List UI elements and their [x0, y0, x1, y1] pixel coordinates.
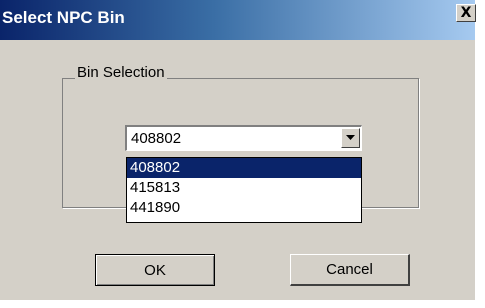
close-button[interactable]: X [456, 4, 476, 22]
bin-combobox[interactable]: 408802 [125, 125, 362, 151]
combobox-value: 408802 [131, 130, 182, 147]
close-icon: X [460, 5, 472, 21]
chevron-down-icon [346, 135, 355, 140]
dropdown-item-441890[interactable]: 441890 [127, 198, 361, 218]
dialog-window: Select NPC Bin X Bin Selection 408802 40… [0, 0, 476, 300]
cancel-button[interactable]: Cancel [290, 254, 410, 286]
title-bar[interactable]: Select NPC Bin X [0, 0, 476, 40]
combobox-dropdown-button[interactable] [341, 128, 360, 148]
ok-button-label: OK [144, 261, 166, 279]
groupbox-label: Bin Selection [75, 64, 167, 81]
dropdown-item-415813[interactable]: 415813 [127, 178, 361, 198]
bin-dropdown-list: 408802 415813 441890 [126, 157, 362, 223]
dropdown-item-408802[interactable]: 408802 [127, 158, 361, 178]
ok-button[interactable]: OK [95, 254, 215, 286]
window-title: Select NPC Bin [2, 8, 125, 27]
cancel-button-label: Cancel [326, 261, 373, 278]
